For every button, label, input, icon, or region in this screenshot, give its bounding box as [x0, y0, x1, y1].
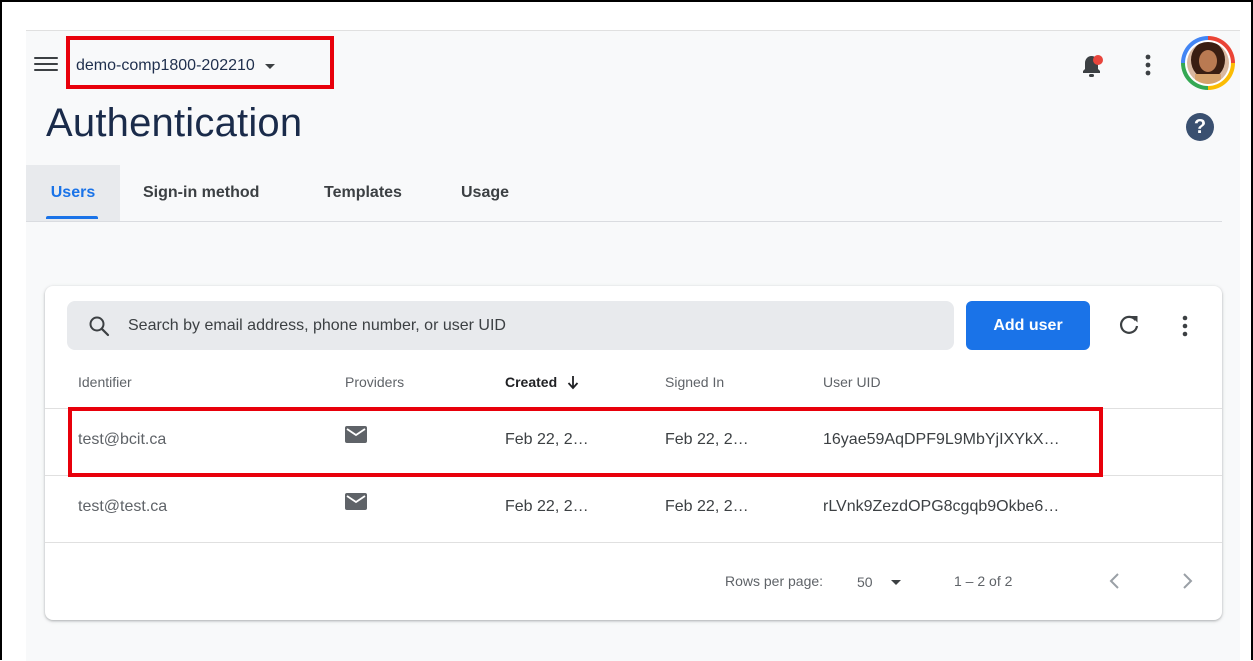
more-options-icon[interactable] [1136, 50, 1160, 80]
column-header-user-uid[interactable]: User UID [823, 374, 881, 390]
page-title: Authentication [46, 101, 303, 145]
column-header-created-label: Created [505, 374, 558, 390]
search-bar[interactable] [67, 301, 954, 350]
tab-bar: Users Sign-in method Templates Usage [26, 165, 1222, 222]
tab-users[interactable]: Users [26, 165, 120, 221]
rows-per-page-label: Rows per page: [725, 573, 824, 589]
next-page-button[interactable] [1175, 567, 1199, 595]
identifier-cell: test@test.ca [78, 498, 168, 515]
tab-sign-in-method-label: Sign-in method [143, 184, 260, 201]
help-label: ? [1193, 115, 1207, 138]
previous-page-button[interactable] [1103, 567, 1127, 595]
search-icon [89, 316, 110, 336]
column-header-created[interactable]: Created [505, 374, 580, 390]
firebase-console: demo-comp1800-202210 Authentication ? Us… [26, 30, 1240, 661]
mail-icon [345, 426, 367, 443]
pagination-range: 1 – 2 of 2 [954, 573, 1013, 589]
chevron-down-icon [890, 579, 901, 585]
user-uid-cell: rLVnk9ZezdOPG8cgqb9Okbe6… [823, 498, 1060, 515]
tab-users-label: Users [50, 184, 96, 201]
tab-templates[interactable]: Templates [324, 165, 402, 221]
created-cell: Feb 22, 2… [505, 498, 589, 515]
hamburger-menu-icon[interactable] [34, 53, 58, 75]
signed-in-cell: Feb 22, 2… [665, 431, 749, 448]
created-cell: Feb 22, 2… [505, 431, 589, 448]
users-card: Add user Identifier Providers Created Si… [45, 286, 1222, 620]
mail-icon [345, 493, 367, 510]
project-selector[interactable]: demo-comp1800-202210 [68, 50, 283, 82]
pagination-bar: Rows per page: 50 1 – 2 of 2 [45, 542, 1222, 621]
add-user-button[interactable]: Add user [966, 301, 1090, 350]
user-avatar[interactable] [1181, 36, 1235, 90]
rows-per-page-select[interactable]: 50 [857, 568, 901, 596]
project-name: demo-comp1800-202210 [76, 57, 255, 74]
chevron-down-icon [264, 63, 275, 69]
tab-templates-label: Templates [324, 184, 402, 201]
signed-in-cell: Feb 22, 2… [665, 498, 749, 515]
rows-per-page-value: 50 [857, 574, 873, 590]
tab-usage[interactable]: Usage [461, 165, 509, 221]
column-header-signed-in[interactable]: Signed In [665, 374, 724, 390]
top-bar: demo-comp1800-202210 [26, 31, 1240, 101]
tab-sign-in-method[interactable]: Sign-in method [143, 165, 259, 221]
arrow-down-icon [567, 376, 579, 390]
help-icon[interactable]: ? [1186, 113, 1214, 141]
refresh-icon[interactable] [1117, 313, 1141, 337]
column-header-providers[interactable]: Providers [345, 374, 404, 390]
chevron-left-icon [1109, 573, 1119, 589]
tab-usage-label: Usage [461, 184, 510, 201]
user-uid-cell: 16yae59AqDPF9L9MbYjIXYkX… [823, 431, 1060, 448]
column-header-identifier[interactable]: Identifier [78, 374, 132, 390]
active-tab-indicator [46, 216, 98, 219]
notifications-bell-icon[interactable] [1079, 52, 1105, 80]
table-row[interactable]: test@test.ca Feb 22, 2… Feb 22, 2… rLVnk… [45, 475, 1222, 543]
search-input[interactable] [126, 315, 910, 336]
chevron-right-icon [1183, 573, 1193, 589]
identifier-cell: test@bcit.ca [78, 431, 167, 448]
table-row[interactable]: test@bcit.ca Feb 22, 2… Feb 22, 2… 16yae… [45, 408, 1222, 476]
table-options-icon[interactable] [1173, 313, 1197, 339]
